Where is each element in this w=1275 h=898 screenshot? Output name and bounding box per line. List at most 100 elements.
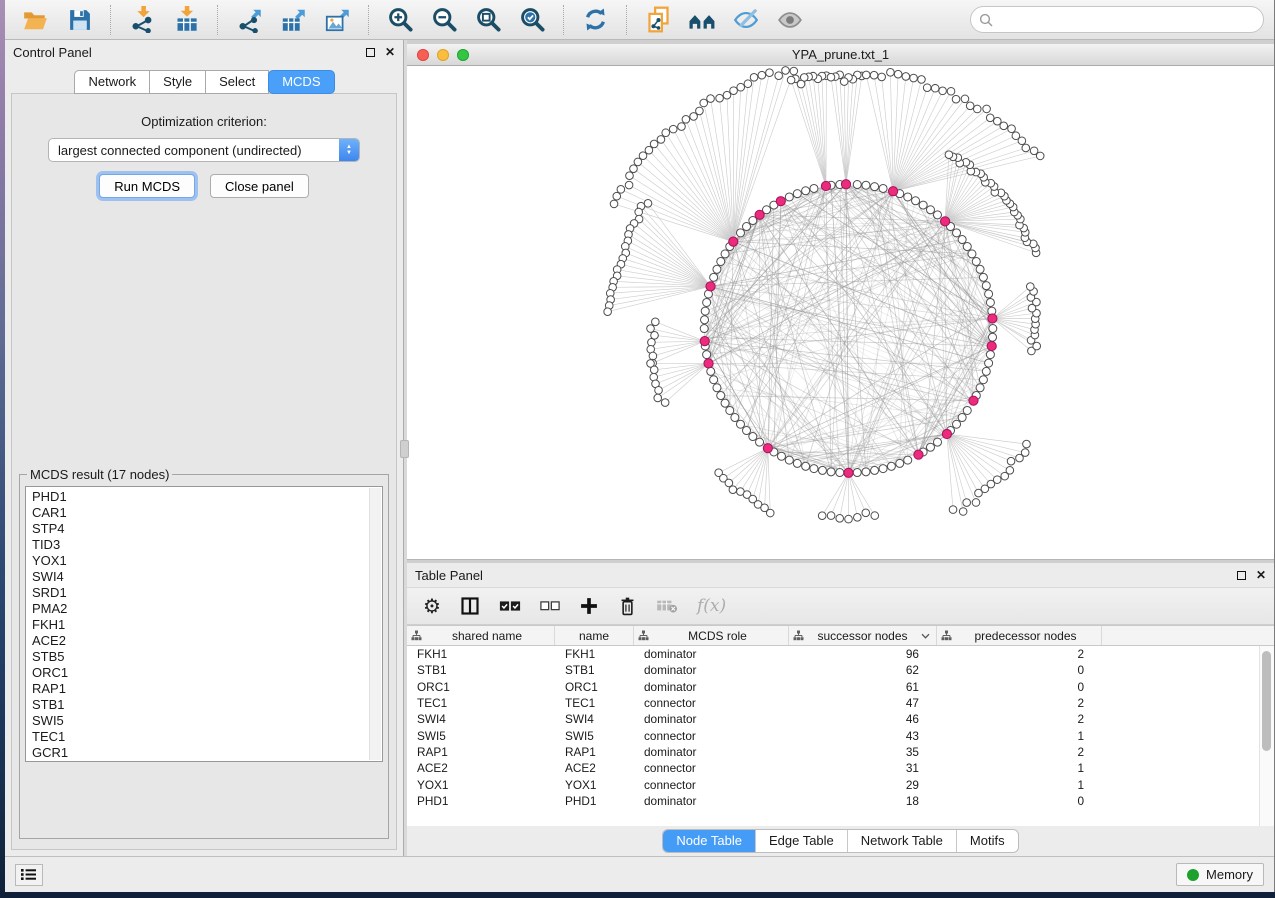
cell-name[interactable]: FKH1 [555, 647, 634, 661]
cell-predecessors[interactable]: 2 [937, 696, 1102, 710]
table-row[interactable]: FKH1FKH1dominator962 [407, 646, 1274, 662]
search-box[interactable] [970, 6, 1264, 33]
cell-role[interactable]: dominator [634, 794, 789, 808]
table-row[interactable]: SWI5SWI5connector431 [407, 727, 1274, 743]
column-header[interactable]: name [555, 626, 634, 645]
cell-predecessors[interactable]: 1 [937, 761, 1102, 775]
cell-role[interactable]: dominator [634, 712, 789, 726]
mcds-result-item[interactable]: STB1 [32, 697, 368, 713]
table-row[interactable]: ACE2ACE2connector311 [407, 760, 1274, 776]
cell-role[interactable]: dominator [634, 745, 789, 759]
cell-shared-name[interactable]: RAP1 [407, 745, 555, 759]
cell-role[interactable]: connector [634, 729, 789, 743]
cell-successors[interactable]: 96 [789, 647, 937, 661]
tab-network[interactable]: Network [74, 70, 150, 94]
cell-name[interactable]: STB1 [555, 663, 634, 677]
cell-role[interactable]: dominator [634, 663, 789, 677]
mcds-result-item[interactable]: TEC1 [32, 729, 368, 745]
column-header[interactable]: successor nodes [789, 626, 937, 645]
import-table-icon[interactable] [171, 6, 201, 34]
search-input[interactable] [999, 12, 1255, 27]
tab-mcds[interactable]: MCDS [268, 70, 334, 94]
table-row[interactable]: STB1STB1dominator620 [407, 662, 1274, 678]
cell-shared-name[interactable]: ACE2 [407, 761, 555, 775]
cell-predecessors[interactable]: 0 [937, 663, 1102, 677]
cell-predecessors[interactable]: 1 [937, 729, 1102, 743]
float-panel-icon[interactable] [366, 48, 375, 57]
table-scrollbar-thumb[interactable] [1262, 651, 1271, 751]
splitter-grip[interactable] [400, 440, 409, 458]
close-panel-button[interactable]: Close panel [210, 174, 309, 198]
table-row[interactable]: TEC1TEC1connector472 [407, 695, 1274, 711]
cell-shared-name[interactable]: TEC1 [407, 696, 555, 710]
cell-successors[interactable]: 47 [789, 696, 937, 710]
cell-predecessors[interactable]: 2 [937, 745, 1102, 759]
mcds-result-item[interactable]: PMA2 [32, 601, 368, 617]
cell-successors[interactable]: 61 [789, 680, 937, 694]
mcds-result-item[interactable]: STP4 [32, 521, 368, 537]
mcds-result-item[interactable]: YOX1 [32, 553, 368, 569]
cell-predecessors[interactable]: 2 [937, 647, 1102, 661]
mcds-result-item[interactable]: ACE2 [32, 633, 368, 649]
zoom-fit-icon[interactable] [473, 6, 503, 34]
export-network-icon[interactable] [234, 6, 264, 34]
cell-name[interactable]: TEC1 [555, 696, 634, 710]
cell-name[interactable]: SWI4 [555, 712, 634, 726]
mcds-result-item[interactable]: SRD1 [32, 585, 368, 601]
mcds-result-item[interactable]: RAP1 [32, 681, 368, 697]
cell-shared-name[interactable]: STB1 [407, 663, 555, 677]
table-mode-gear-icon[interactable]: ⚙ [423, 593, 441, 619]
close-table-panel-icon[interactable]: ✕ [1256, 570, 1266, 580]
sort-menu-icon[interactable] [921, 633, 930, 639]
mcds-result-item[interactable]: SWI5 [32, 713, 368, 729]
hide-selected-icon[interactable] [731, 6, 761, 34]
show-all-icon[interactable] [775, 6, 805, 34]
cell-shared-name[interactable]: YOX1 [407, 778, 555, 792]
float-table-panel-icon[interactable] [1237, 571, 1246, 580]
table-row[interactable]: ORC1ORC1dominator610 [407, 679, 1274, 695]
run-mcds-button[interactable]: Run MCDS [99, 174, 195, 198]
mcds-result-item[interactable]: SWI4 [32, 569, 368, 585]
mcds-result-item[interactable]: TID3 [32, 537, 368, 553]
tab-network-table[interactable]: Network Table [848, 830, 957, 852]
select-all-rows-icon[interactable] [499, 593, 521, 619]
zoom-out-icon[interactable] [429, 6, 459, 34]
delete-columns-icon[interactable] [618, 593, 637, 619]
table-scrollbar[interactable] [1259, 646, 1274, 826]
cell-name[interactable]: RAP1 [555, 745, 634, 759]
cell-successors[interactable]: 43 [789, 729, 937, 743]
mcds-result-item[interactable]: CAR1 [32, 505, 368, 521]
column-header[interactable]: shared name [407, 626, 555, 645]
table-row[interactable]: YOX1YOX1connector291 [407, 776, 1274, 792]
refresh-view-icon[interactable] [580, 6, 610, 34]
result-list-scrollbar[interactable] [369, 488, 381, 760]
task-history-button[interactable] [15, 864, 43, 886]
mcds-result-list[interactable]: PHD1CAR1STP4TID3YOX1SWI4SRD1PMA2FKH1ACE2… [25, 486, 383, 762]
mcds-result-item[interactable]: PHD1 [32, 489, 368, 505]
tab-edge-table[interactable]: Edge Table [756, 830, 848, 852]
cell-name[interactable]: PHD1 [555, 794, 634, 808]
close-panel-icon[interactable]: ✕ [385, 47, 395, 57]
cell-name[interactable]: ACE2 [555, 761, 634, 775]
column-header[interactable]: MCDS role [634, 626, 789, 645]
column-header[interactable]: predecessor nodes [937, 626, 1102, 645]
node-table[interactable]: shared namenameMCDS rolesuccessor nodesp… [407, 625, 1274, 826]
mcds-result-item[interactable]: STB5 [32, 649, 368, 665]
cell-shared-name[interactable]: PHD1 [407, 794, 555, 808]
table-row[interactable]: PHD1PHD1dominator180 [407, 793, 1274, 809]
cell-predecessors[interactable]: 2 [937, 712, 1102, 726]
zoom-in-icon[interactable] [385, 6, 415, 34]
tab-style[interactable]: Style [149, 70, 206, 94]
first-neighbors-icon[interactable] [687, 6, 717, 34]
criterion-dropdown[interactable]: largest connected component (undirected)… [48, 138, 360, 162]
cell-shared-name[interactable]: FKH1 [407, 647, 555, 661]
table-row[interactable]: SWI4SWI4dominator462 [407, 711, 1274, 727]
mcds-result-item[interactable]: FKH1 [32, 617, 368, 633]
cell-shared-name[interactable]: SWI5 [407, 729, 555, 743]
add-column-icon[interactable] [579, 593, 599, 619]
open-file-icon[interactable] [20, 6, 50, 34]
import-network-icon[interactable] [127, 6, 157, 34]
cell-predecessors[interactable]: 1 [937, 778, 1102, 792]
memory-button[interactable]: Memory [1176, 863, 1264, 886]
cell-successors[interactable]: 29 [789, 778, 937, 792]
